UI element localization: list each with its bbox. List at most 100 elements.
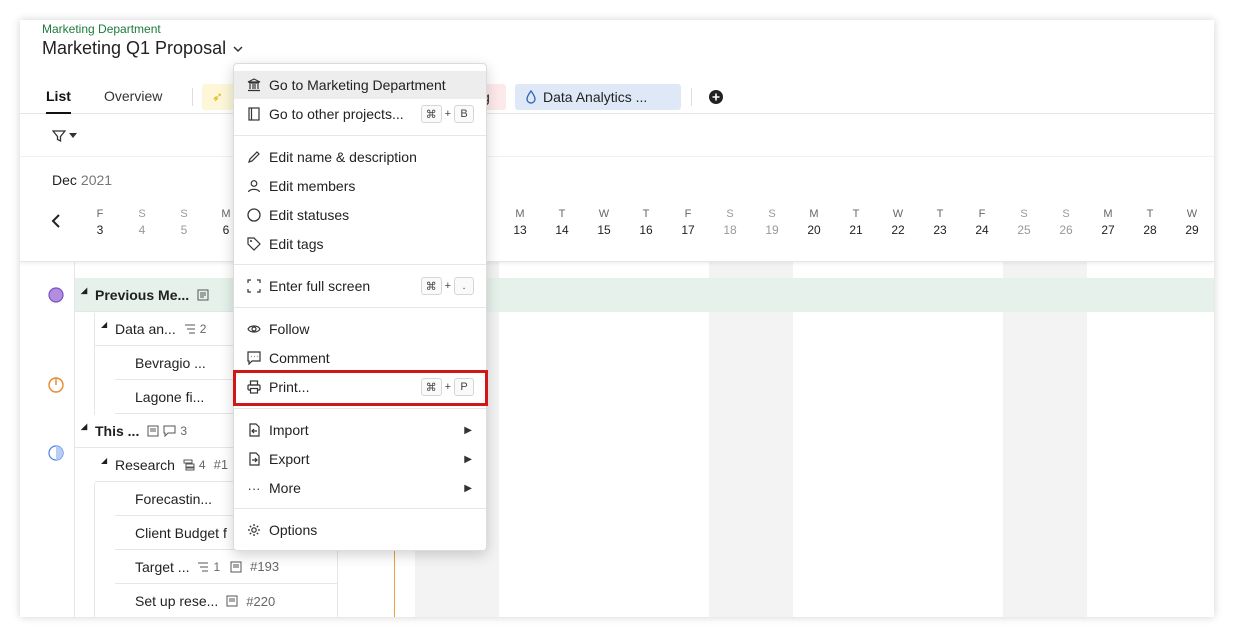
menu-item-more[interactable]: ··· More ▶ — [234, 474, 486, 502]
menu-item-export[interactable]: Export ▶ — [234, 445, 486, 473]
submenu-arrow-icon: ▶ — [464, 453, 472, 465]
print-highlight-box — [233, 370, 488, 406]
menu-divider — [234, 264, 486, 265]
status-half-icon[interactable] — [48, 445, 64, 461]
collapse-triangle-icon[interactable]: ◢ — [101, 320, 107, 329]
day-letter: T — [642, 208, 650, 220]
menu-item-edit-name[interactable]: Edit name & description — [234, 143, 486, 171]
day-letter: F — [684, 208, 692, 220]
menu-item-follow[interactable]: Follow — [234, 315, 486, 343]
view-tabs: List Overview ➶ g Data Analytics ... — [20, 80, 1214, 114]
menu-item-edit-tags[interactable]: Edit tags — [234, 230, 486, 258]
subtasks-icon — [198, 562, 209, 571]
day-column-header: S 18 — [715, 208, 745, 237]
project-title-dropdown[interactable]: Marketing Q1 Proposal — [42, 38, 244, 59]
tab-data-analytics[interactable]: Data Analytics ... — [515, 84, 681, 110]
day-letter: T — [558, 208, 566, 220]
status-progress-icon[interactable] — [48, 377, 64, 393]
gear-icon — [246, 522, 262, 538]
day-number: 26 — [1059, 223, 1073, 237]
submenu-arrow-icon: ▶ — [464, 424, 472, 436]
row-title: Bevragio ... — [135, 354, 206, 371]
month-name: Dec — [52, 172, 77, 188]
gantt-grid: ◢ Previous Me... ◢ Data an... 2 Bevragio… — [20, 262, 1214, 617]
row-meta — [197, 289, 209, 301]
project-context-menu: Go to Marketing Department Go to other p… — [233, 63, 487, 551]
day-column-header: S 19 — [757, 208, 787, 237]
tab-overview[interactable]: Overview — [104, 88, 162, 104]
comment-count: 3 — [180, 423, 188, 438]
keyboard-shortcut: ⌘ +. — [420, 277, 474, 295]
day-column-header: F 24 — [967, 208, 997, 237]
collapse-triangle-icon[interactable]: ◢ — [81, 286, 87, 295]
tab-rocket-view[interactable]: ➶ — [202, 84, 236, 110]
subtask-count: 4 — [198, 457, 206, 472]
day-column-header: S 26 — [1051, 208, 1081, 237]
row-title: Set up rese... — [135, 593, 219, 609]
day-number: 21 — [849, 223, 863, 237]
day-letter: S — [1020, 208, 1028, 220]
key-cap: ⌘ — [420, 105, 442, 123]
menu-item-label: Go to other projects... — [269, 106, 404, 122]
subtask-count: 1 — [213, 559, 221, 574]
ellipsis-icon: ··· — [247, 480, 261, 496]
weekend-column — [1003, 262, 1087, 617]
task-id: #1 — [213, 457, 229, 472]
toolbar — [20, 115, 1214, 157]
day-number: 19 — [765, 223, 779, 237]
day-letter: M — [1103, 208, 1113, 220]
day-letter: T — [936, 208, 944, 220]
rocket-icon: ➶ — [212, 89, 223, 104]
menu-item-label: Edit name & description — [269, 149, 417, 165]
menu-item-comment[interactable]: Comment — [234, 344, 486, 372]
menu-item-edit-members[interactable]: Edit members — [234, 172, 486, 200]
day-column-header: T 23 — [925, 208, 955, 237]
day-column-header: F 17 — [673, 208, 703, 237]
subtask-count: 2 — [199, 321, 207, 336]
tab-list[interactable]: List — [46, 88, 71, 114]
day-column-header: M 13 — [505, 208, 535, 237]
bank-icon — [246, 77, 262, 93]
day-number: 14 — [555, 223, 569, 237]
table-row[interactable]: Target ... 1 #193 — [115, 550, 337, 584]
table-row[interactable]: Set up rese... #220 — [115, 584, 337, 617]
day-column-header: M 27 — [1093, 208, 1123, 237]
menu-item-go-to-department[interactable]: Go to Marketing Department — [234, 71, 486, 99]
tab-divider-2 — [691, 88, 692, 106]
notebook-icon — [246, 106, 262, 122]
collapse-triangle-icon[interactable]: ◢ — [81, 422, 87, 431]
status-done-icon[interactable] — [48, 287, 64, 303]
day-letter: M — [515, 208, 525, 220]
drop-icon — [526, 90, 536, 104]
menu-item-import[interactable]: Import ▶ — [234, 416, 486, 444]
menu-item-go-to-other-projects[interactable]: Go to other projects... ⌘ + B — [234, 100, 486, 128]
day-letter: F — [96, 208, 104, 220]
filter-button[interactable] — [52, 129, 77, 143]
add-view-icon[interactable] — [709, 90, 723, 104]
menu-item-full-screen[interactable]: Enter full screen ⌘ +. — [234, 272, 486, 300]
project-header: Marketing Department Marketing Q1 Propos… — [20, 20, 1214, 160]
previous-period-button[interactable] — [50, 212, 62, 235]
day-column-header: S4 — [127, 208, 157, 237]
menu-divider — [234, 408, 486, 409]
task-id: #220 — [246, 593, 276, 609]
menu-item-label: Enter full screen — [269, 278, 371, 294]
keyboard-shortcut: ⌘ + B — [420, 105, 474, 123]
chevron-left-icon — [51, 214, 60, 228]
day-column-header: T 28 — [1135, 208, 1165, 237]
collapse-triangle-icon[interactable]: ◢ — [101, 456, 107, 465]
row-title: Lagone fi... — [135, 388, 205, 405]
day-number: 22 — [891, 223, 905, 237]
department-breadcrumb[interactable]: Marketing Department — [42, 22, 161, 36]
weekend-column — [709, 262, 793, 617]
key-plus: + — [444, 108, 451, 120]
circle-icon — [246, 207, 262, 223]
project-title: Marketing Q1 Proposal — [42, 38, 227, 58]
description-icon — [226, 595, 238, 607]
menu-item-options[interactable]: Options — [234, 516, 486, 544]
day-number: 4 — [138, 223, 146, 237]
day-number: 29 — [1185, 223, 1199, 237]
fullscreen-icon — [246, 278, 262, 294]
row-meta: 2 — [184, 321, 207, 336]
menu-item-edit-statuses[interactable]: Edit statuses — [234, 201, 486, 229]
